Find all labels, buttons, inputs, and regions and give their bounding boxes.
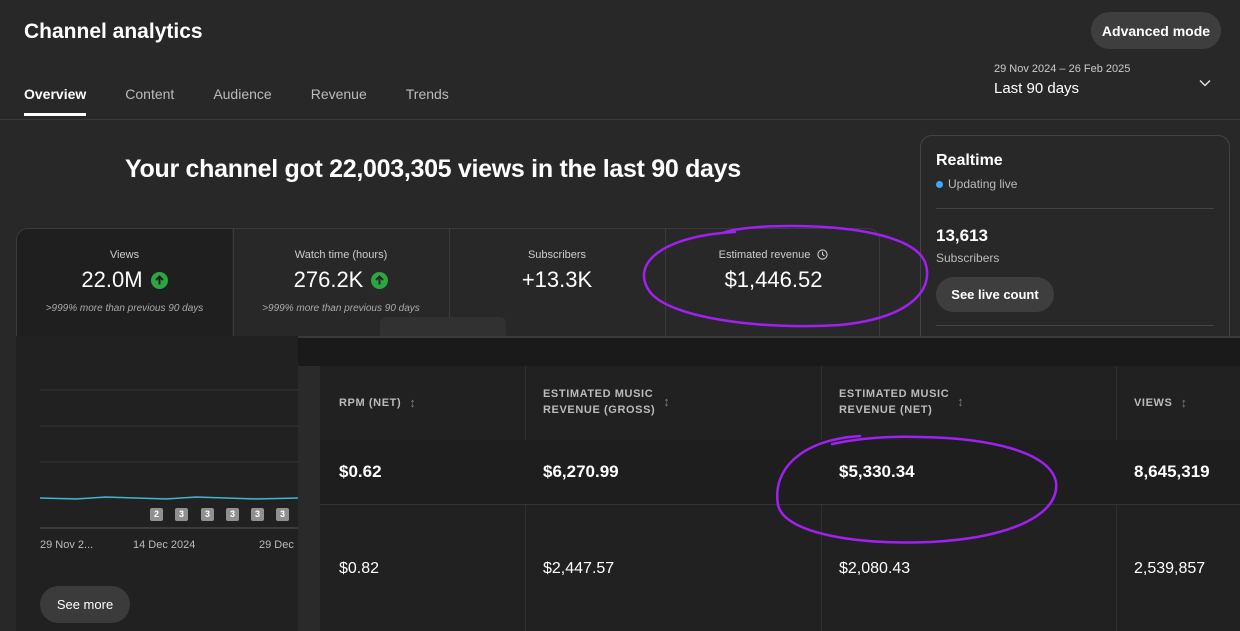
x-tick-label: 14 Dec 2024	[133, 539, 196, 551]
views-chart-panel: 2 3 3 3 3 3 29 Nov 2... 14 Dec 2024 29 D…	[16, 336, 300, 631]
tab-divider	[0, 119, 1240, 120]
arrow-up-icon	[150, 271, 168, 289]
video-marker[interactable]: 3	[251, 508, 264, 521]
metric-value: +13.3K	[521, 267, 593, 292]
table-cell: 8,645,319	[1134, 462, 1210, 481]
metric-value: 22.0M	[81, 267, 143, 292]
revenue-table: RPM (NET) ↕ ESTIMATED MUSIC REVENUE (GRO…	[298, 336, 1240, 631]
see-more-button[interactable]: See more	[40, 586, 130, 623]
table-cell: $6,270.99	[543, 462, 619, 481]
column-header-label: ESTIMATED MUSIC REVENUE (NET)	[839, 386, 949, 418]
metric-label: Views	[109, 249, 140, 261]
column-header-rpm[interactable]: RPM (NET) ↕	[339, 395, 416, 411]
video-marker[interactable]: 3	[226, 508, 239, 521]
x-tick-label: 29 Dec	[259, 539, 294, 551]
table-left-strip	[298, 366, 320, 631]
live-dot-icon	[936, 180, 943, 188]
video-marker[interactable]: 3	[276, 508, 289, 521]
video-marker[interactable]: 3	[175, 508, 188, 521]
tab-revenue[interactable]: Revenue	[311, 86, 367, 116]
metric-value-row: 22.0M	[17, 267, 232, 293]
video-marker[interactable]: 3	[201, 508, 214, 521]
realtime-status: Updating live	[936, 177, 1017, 191]
date-range-dates: 29 Nov 2024 – 26 Feb 2025	[994, 63, 1131, 75]
arrow-up-icon	[371, 271, 389, 289]
advanced-mode-button[interactable]: Advanced mode	[1091, 12, 1221, 49]
tab-bar: Overview Content Audience Revenue Trends	[24, 86, 488, 116]
table-cell: $2,447.57	[543, 560, 615, 577]
column-header-music-gross[interactable]: ESTIMATED MUSIC REVENUE (GROSS) ↕	[543, 386, 670, 418]
date-range-label: Last 90 days	[994, 80, 1080, 97]
realtime-title: Realtime	[936, 152, 1003, 169]
clock-icon	[817, 249, 829, 260]
column-header-label: ESTIMATED MUSIC REVENUE (GROSS)	[543, 386, 655, 418]
tab-trends[interactable]: Trends	[406, 86, 449, 116]
realtime-subscribers-label: Subscribers	[936, 251, 1000, 265]
table-cell: 2,539,857	[1134, 560, 1206, 577]
metric-value: 276.2K	[293, 267, 364, 292]
chevron-down-icon[interactable]	[1196, 74, 1214, 92]
metric-label: Estimated revenue	[718, 249, 811, 261]
table-cell: $5,330.34	[839, 462, 915, 481]
table-cell: $2,080.43	[839, 560, 911, 577]
date-range-selector[interactable]: 29 Nov 2024 – 26 Feb 2025 Last 90 days	[994, 63, 1130, 97]
video-marker[interactable]: 2	[150, 508, 163, 521]
realtime-subscribers-value: 13,613	[936, 226, 988, 245]
column-header-label: VIEWS	[1134, 397, 1173, 409]
tab-audience[interactable]: Audience	[213, 86, 271, 116]
tab-content[interactable]: Content	[125, 86, 174, 116]
sort-icon: ↕	[957, 394, 965, 409]
page-title: Channel analytics	[24, 20, 203, 43]
column-header-views[interactable]: VIEWS ↕	[1134, 395, 1188, 411]
column-header-line: ESTIMATED MUSIC	[543, 388, 654, 400]
metric-estimated-revenue[interactable]: Estimated revenue $1,446.52	[665, 229, 879, 337]
column-header-line: REVENUE (NET)	[839, 404, 933, 416]
column-header-music-net[interactable]: ESTIMATED MUSIC REVENUE (NET) ↕	[839, 386, 964, 418]
table-cell: $0.62	[339, 462, 382, 481]
column-header-line: REVENUE (GROSS)	[543, 404, 656, 416]
table-cell: $0.82	[339, 560, 380, 577]
metric-value-row: 276.2K	[234, 267, 448, 293]
metric-note: >999% more than previous 90 days	[45, 303, 204, 314]
metric-views[interactable]: Views 22.0M >999% more than previous 90 …	[17, 229, 232, 337]
sort-icon: ↕	[409, 395, 417, 410]
column-header-line: ESTIMATED MUSIC	[839, 388, 950, 400]
divider	[936, 208, 1214, 209]
sort-icon: ↕	[663, 394, 671, 409]
sort-icon: ↕	[1180, 395, 1188, 410]
metric-value: $1,446.52	[724, 267, 823, 292]
metric-note: >999% more than previous 90 days	[262, 303, 420, 314]
realtime-card: Realtime Updating live 13,613 Subscriber…	[920, 135, 1230, 365]
see-live-count-button[interactable]: See live count	[936, 277, 1054, 312]
x-tick-label: 29 Nov 2...	[40, 539, 94, 551]
column-header-label: RPM (NET)	[339, 397, 402, 409]
metric-label: Watch time (hours)	[294, 249, 388, 261]
table-row[interactable]	[320, 440, 1240, 504]
realtime-status-text: Updating live	[948, 177, 1018, 191]
metric-label-row: Estimated revenue	[666, 249, 879, 261]
tab-overview[interactable]: Overview	[24, 86, 87, 116]
views-headline: Your channel got 22,003,305 views in the…	[125, 155, 741, 183]
row-divider	[320, 504, 1240, 505]
metric-label: Subscribers	[527, 249, 587, 261]
divider	[936, 325, 1214, 326]
table-top-bar	[298, 336, 1240, 366]
